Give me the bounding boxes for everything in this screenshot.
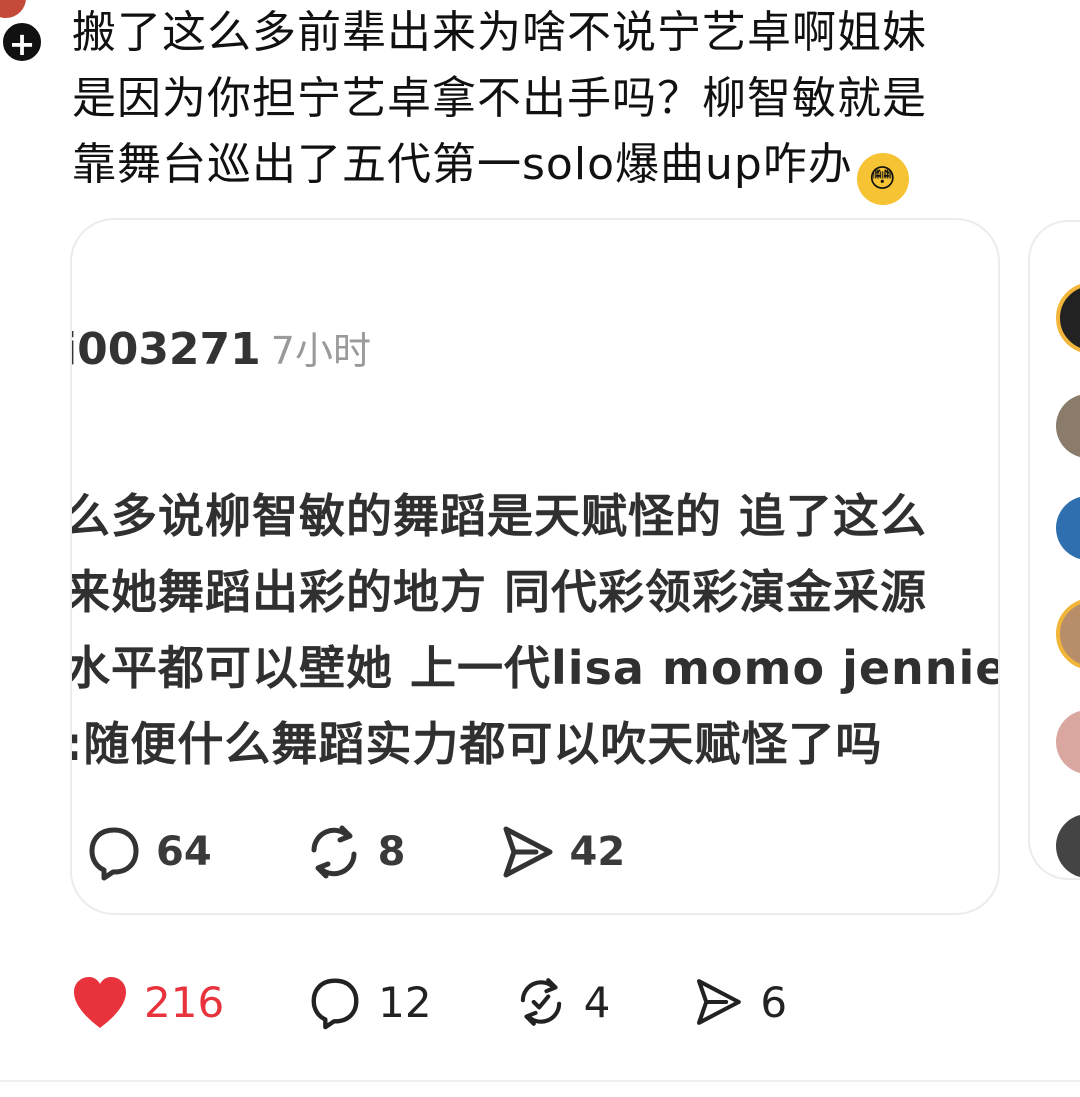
side-avatar[interactable] [1056,394,1080,458]
comment-count: 12 [378,977,432,1027]
repost-icon [311,825,357,879]
quoted-header: i003271 7小时 [72,320,371,375]
thread-post: + 搬了这么多前辈出来为啥不说宁艺卓啊姐妹 是因为你担宁艺卓拿不出手吗？柳智敏就… [0,0,1080,1097]
post-text: 搬了这么多前辈出来为啥不说宁艺卓啊姐妹 是因为你担宁艺卓拿不出手吗？柳智敏就是 … [72,0,1042,205]
comment-icon [89,827,139,881]
quoted-post-card[interactable]: i003271 7小时 么多说柳智敏的舞蹈是天赋怪的 追了这么 来她舞蹈出彩的地方… [70,218,1000,915]
follow-plus-button[interactable]: + [0,20,44,64]
post-line: 靠舞台巡出了五代第一solo爆曲up咋办 😳 [72,132,1042,205]
comment-button[interactable]: 12 [306,973,432,1031]
quoted-username: i003271 [70,324,261,375]
quoted-stats: 64 8 42 [84,820,715,884]
share-button[interactable]: 6 [690,974,787,1030]
divider [0,1080,1080,1082]
share-icon [503,826,553,878]
side-preview-card[interactable] [1028,220,1080,880]
quoted-line: 么多说柳智敏的舞蹈是天赋怪的 追了这么 [70,489,928,543]
post-line: 是因为你担宁艺卓拿不出手吗？柳智敏就是 [72,73,927,124]
quoted-time: 7小时 [270,329,371,373]
plus-icon: + [8,25,36,63]
author-avatar[interactable] [0,0,26,18]
quoted-line: 来她舞蹈出彩的地方 同代彩领彩演金采源 [70,565,928,619]
post-line: 搬了这么多前辈出来为啥不说宁艺卓啊姐妹 [72,7,927,58]
quoted-line: :随便什么舞蹈实力都可以吹天赋怪了吗 [70,717,883,771]
quoted-line: 水平都可以壁她 上一代lisa momo jennie [70,641,1000,695]
quoted-share-count: 42 [569,829,626,875]
quoted-share-stat: 42 [496,821,626,883]
quoted-repost-count: 8 [377,829,406,875]
share-icon [697,979,742,1025]
comment-icon [311,978,359,1030]
side-avatar[interactable] [1056,598,1080,670]
share-count: 6 [760,977,788,1027]
post-line-text: 靠舞台巡出了五代第一solo爆曲up咋办 [72,139,853,190]
quoted-comment-stat: 64 [84,822,212,882]
repost-count: 4 [583,977,611,1027]
repost-button[interactable]: 4 [512,973,611,1031]
side-avatar[interactable] [1056,814,1080,878]
quoted-comment-count: 64 [156,829,212,875]
repost-icon [520,978,561,1026]
flushed-emoji: 😳 [856,153,909,205]
side-avatar[interactable] [1056,496,1080,560]
like-count: 216 [144,977,225,1027]
action-bar: 216 12 4 6 [70,962,787,1042]
heart-icon [74,977,126,1028]
quoted-repost-stat: 8 [302,820,406,884]
side-avatar[interactable] [1056,710,1080,774]
side-avatar[interactable] [1056,282,1080,354]
quoted-body: 么多说柳智敏的舞蹈是天赋怪的 追了这么 来她舞蹈出彩的地方 同代彩领彩演金采源 … [70,478,1000,782]
like-button[interactable]: 216 [70,974,224,1030]
